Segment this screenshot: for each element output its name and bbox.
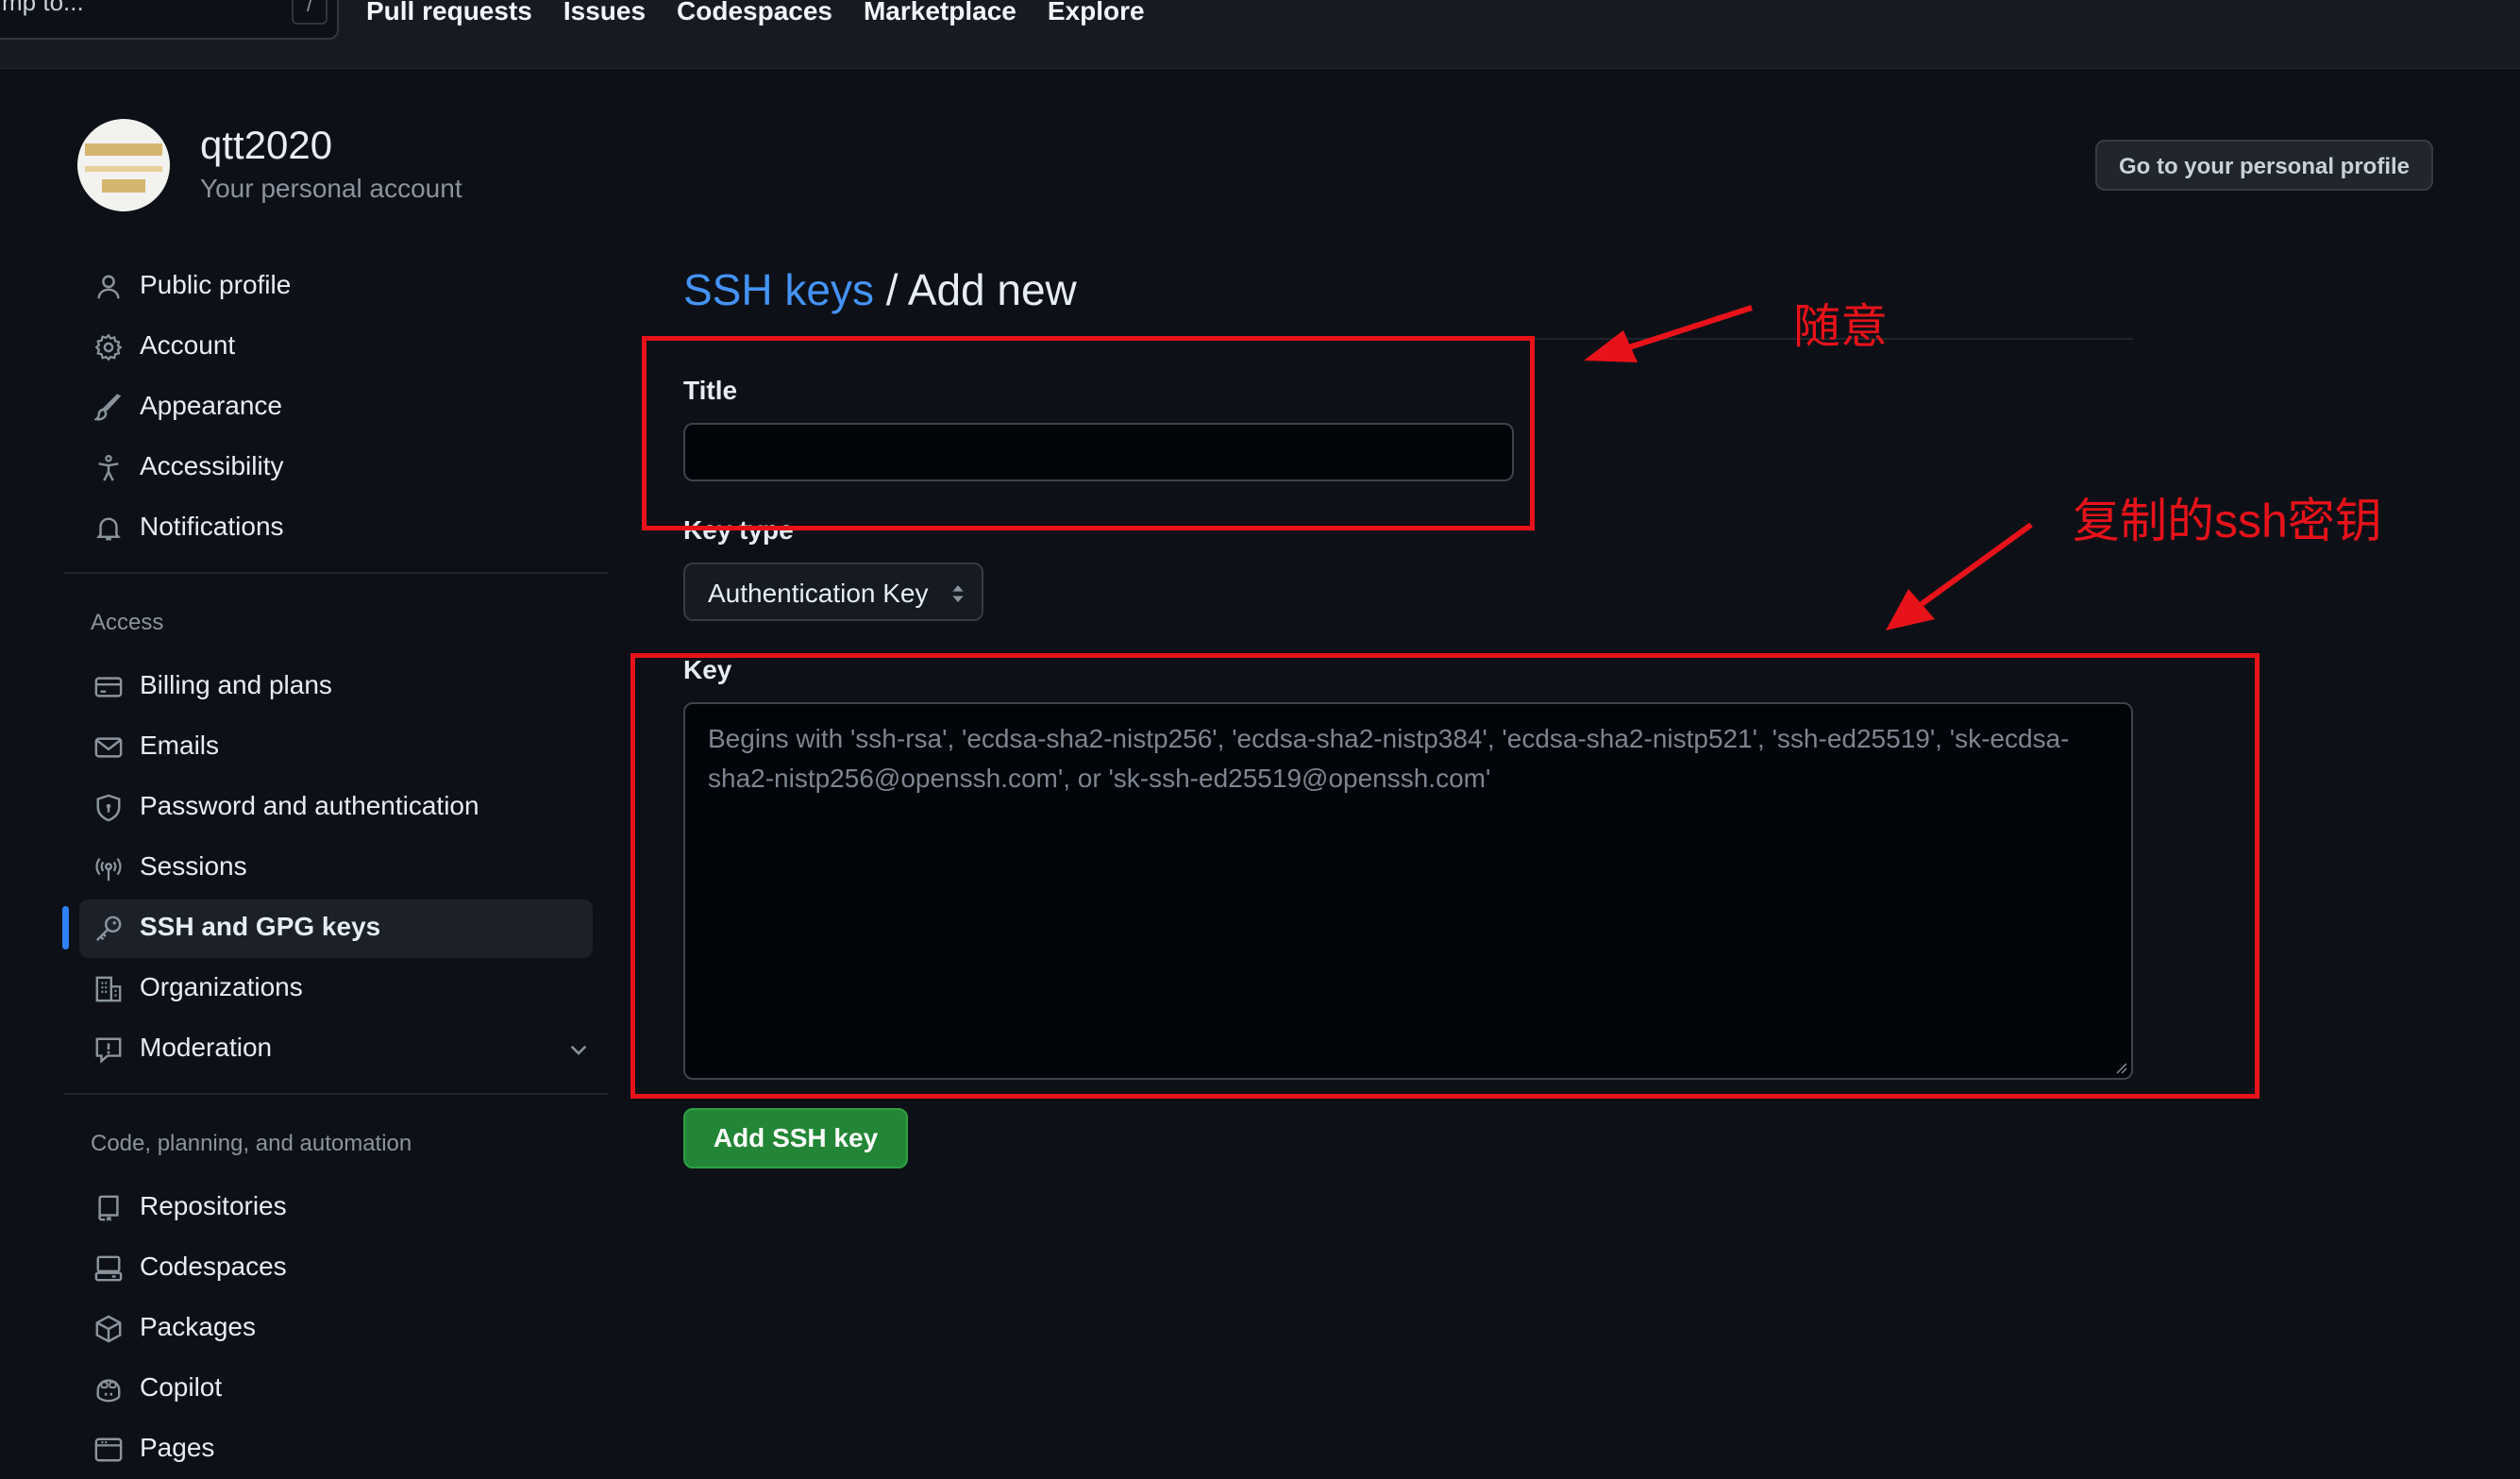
- arrow-icon: [1584, 305, 1753, 362]
- annotation-key-note: 复制的ssh密钥: [2073, 495, 2382, 547]
- annotation-title-note: 随意: [1793, 300, 1888, 353]
- arrow-icon: [1886, 522, 2033, 630]
- annotation-arrows: [1584, 305, 2033, 630]
